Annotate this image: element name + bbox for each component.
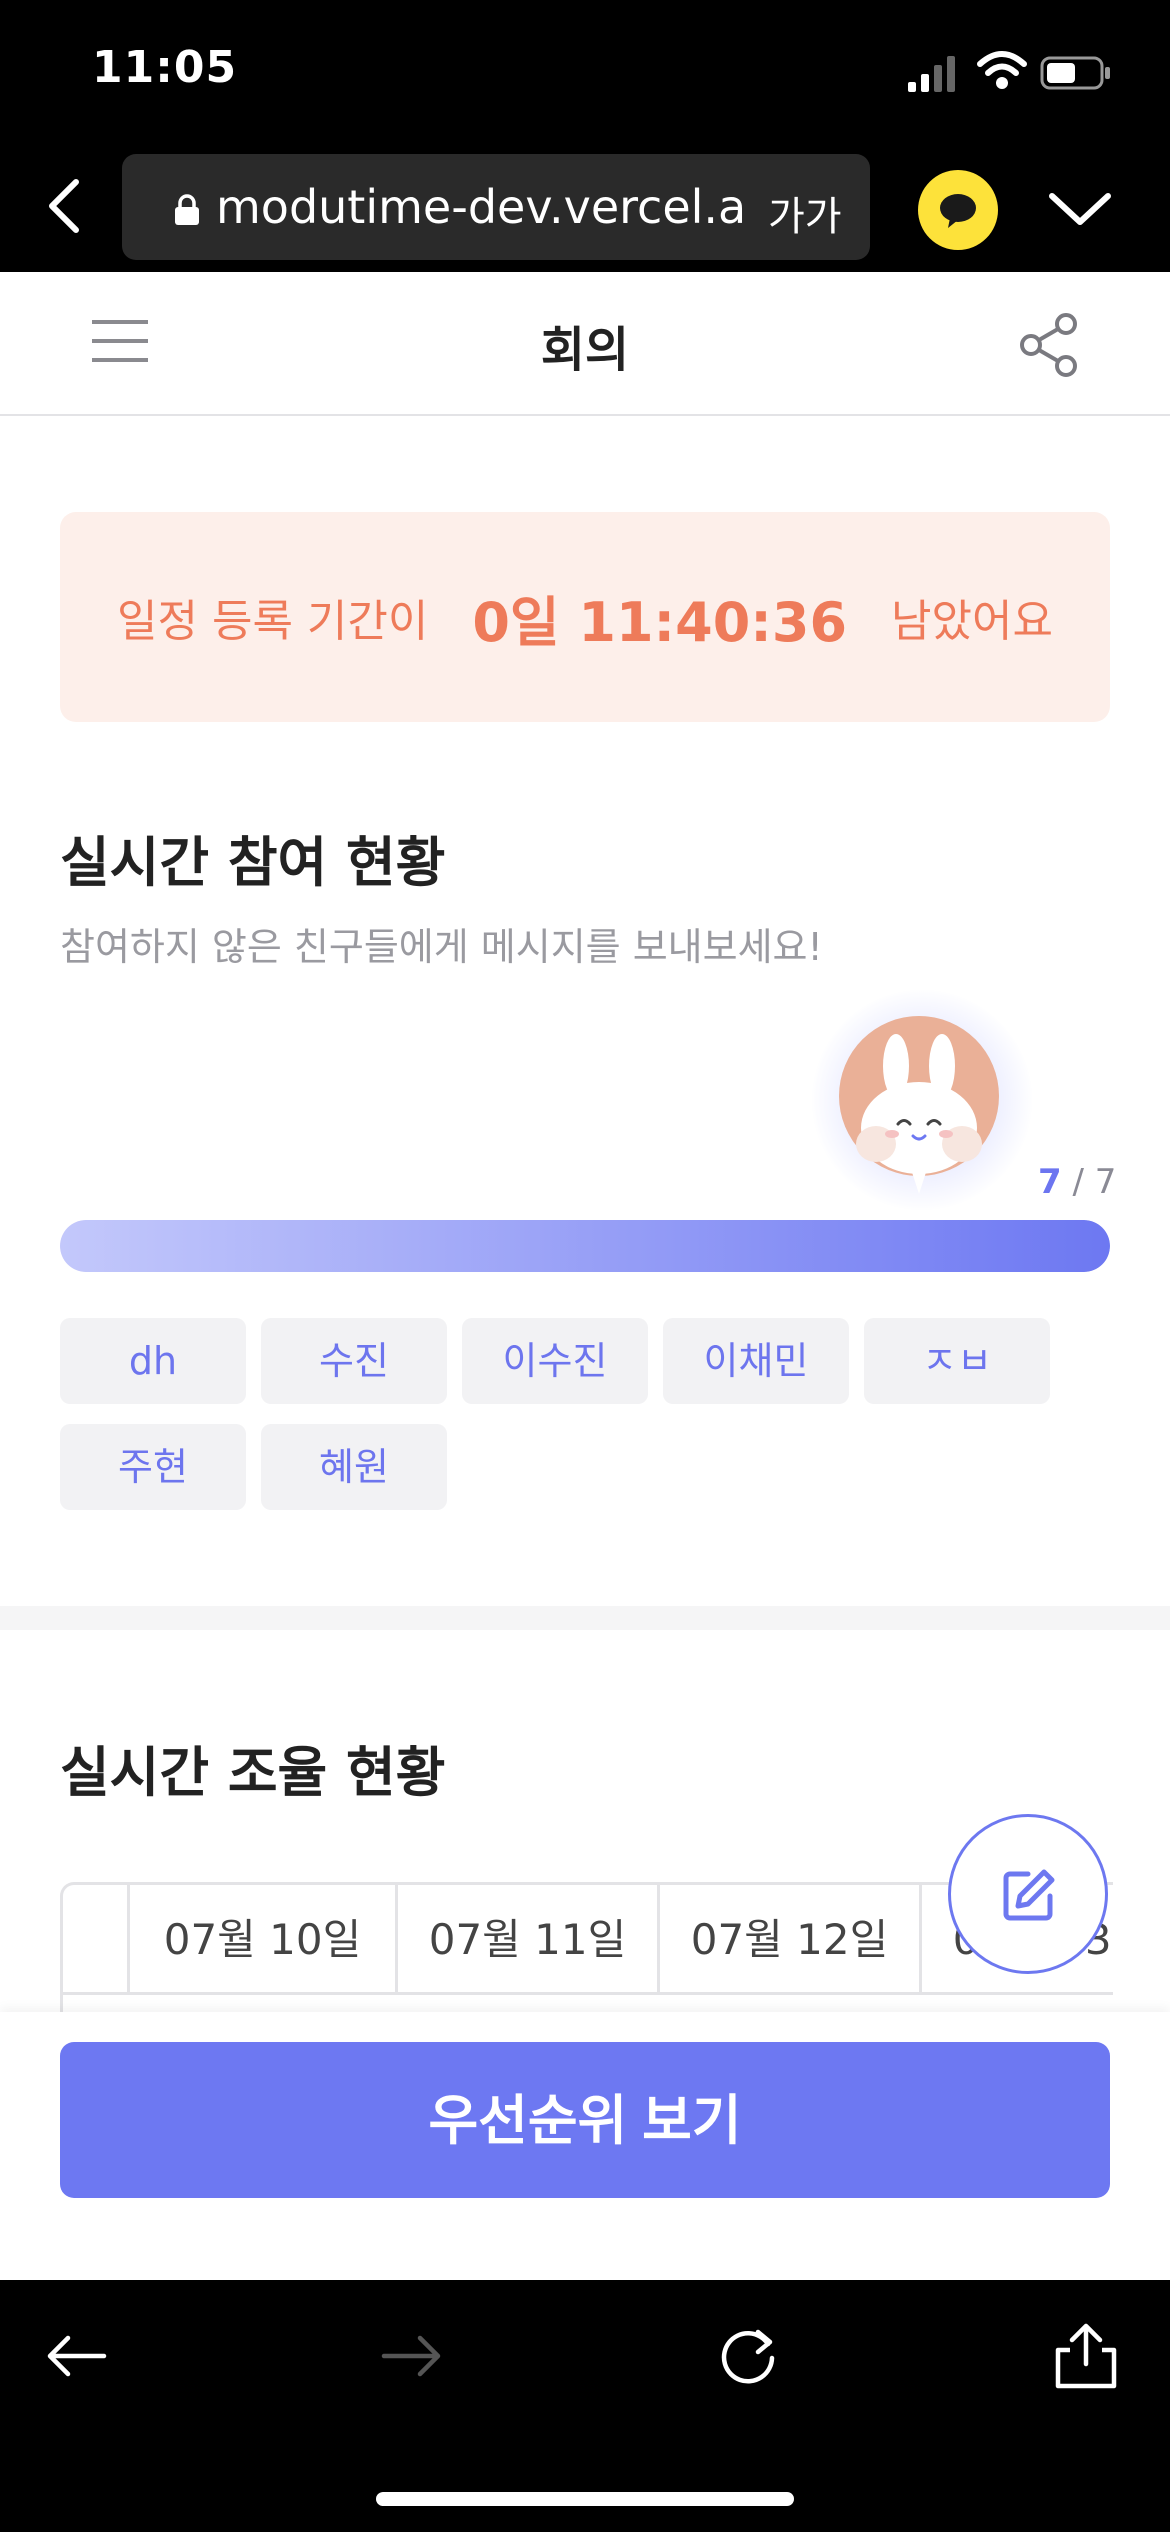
home-indicator (376, 2492, 794, 2506)
participant-chip[interactable]: 주현 (60, 1424, 246, 1510)
share-icon[interactable] (1018, 312, 1080, 378)
browser-back-chevron-icon[interactable] (44, 176, 84, 236)
chevron-down-icon[interactable] (1048, 190, 1112, 230)
date-column-header[interactable]: 07월 10일 (130, 1885, 398, 1995)
cellular-signal-icon (908, 56, 955, 92)
progress-fill (60, 1220, 1110, 1272)
count-current: 7 (1038, 1162, 1062, 1202)
participant-chip[interactable]: 수진 (261, 1318, 447, 1404)
participant-chip[interactable]: 혜원 (261, 1424, 447, 1510)
lock-icon (175, 194, 199, 225)
reload-icon[interactable] (712, 2320, 784, 2392)
date-column-header[interactable]: 07월 11일 (398, 1885, 660, 1995)
share-upload-icon[interactable] (1050, 2320, 1122, 2392)
participant-chip[interactable]: dh (60, 1318, 246, 1404)
count-total: 7 (1094, 1162, 1117, 1202)
view-priority-button[interactable]: 우선순위 보기 (60, 2042, 1110, 2198)
status-time: 11:05 (92, 42, 238, 93)
participant-chip[interactable]: ㅈㅂ (864, 1318, 1050, 1404)
participant-chip[interactable]: 이채민 (663, 1318, 849, 1404)
table-corner-cell (63, 1885, 130, 1995)
countdown-time: 0일 11:40:36 (472, 590, 848, 654)
participant-chip[interactable]: 이수진 (462, 1318, 648, 1404)
countdown-suffix: 남았어요 (891, 596, 1053, 647)
date-column-header[interactable]: 07월 12일 (660, 1885, 922, 1995)
page-title: 회의 (540, 322, 630, 378)
battery-icon (1040, 56, 1110, 90)
bunny-avatar-icon (839, 1016, 999, 1194)
url-text[interactable]: modutime-dev.vercel.a (216, 180, 756, 234)
edit-pencil-icon (1003, 1869, 1055, 1921)
participation-count: 7 / 7 (1038, 1162, 1116, 1202)
forward-arrow-icon[interactable] (376, 2320, 448, 2392)
participation-progress-bar (60, 1220, 1110, 1272)
chat-bubble-icon (940, 194, 976, 228)
countdown-prefix: 일정 등록 기간이 (117, 596, 429, 647)
participation-subtitle: 참여하지 않은 친구들에게 메시지를 보내보세요! (60, 925, 823, 969)
wifi-icon (977, 51, 1027, 89)
kakao-talk-button[interactable] (918, 170, 998, 250)
section-divider (0, 1606, 1170, 1630)
text-size-button[interactable]: 가가 (768, 184, 842, 242)
back-arrow-icon[interactable] (40, 2320, 112, 2392)
count-separator: / (1061, 1162, 1095, 1202)
countdown-banner: 일정 등록 기간이 0일 11:40:36 남았어요 (60, 512, 1110, 722)
schedule-title: 실시간 조율 현황 (60, 1741, 446, 1804)
participation-title: 실시간 참여 현황 (60, 831, 446, 894)
